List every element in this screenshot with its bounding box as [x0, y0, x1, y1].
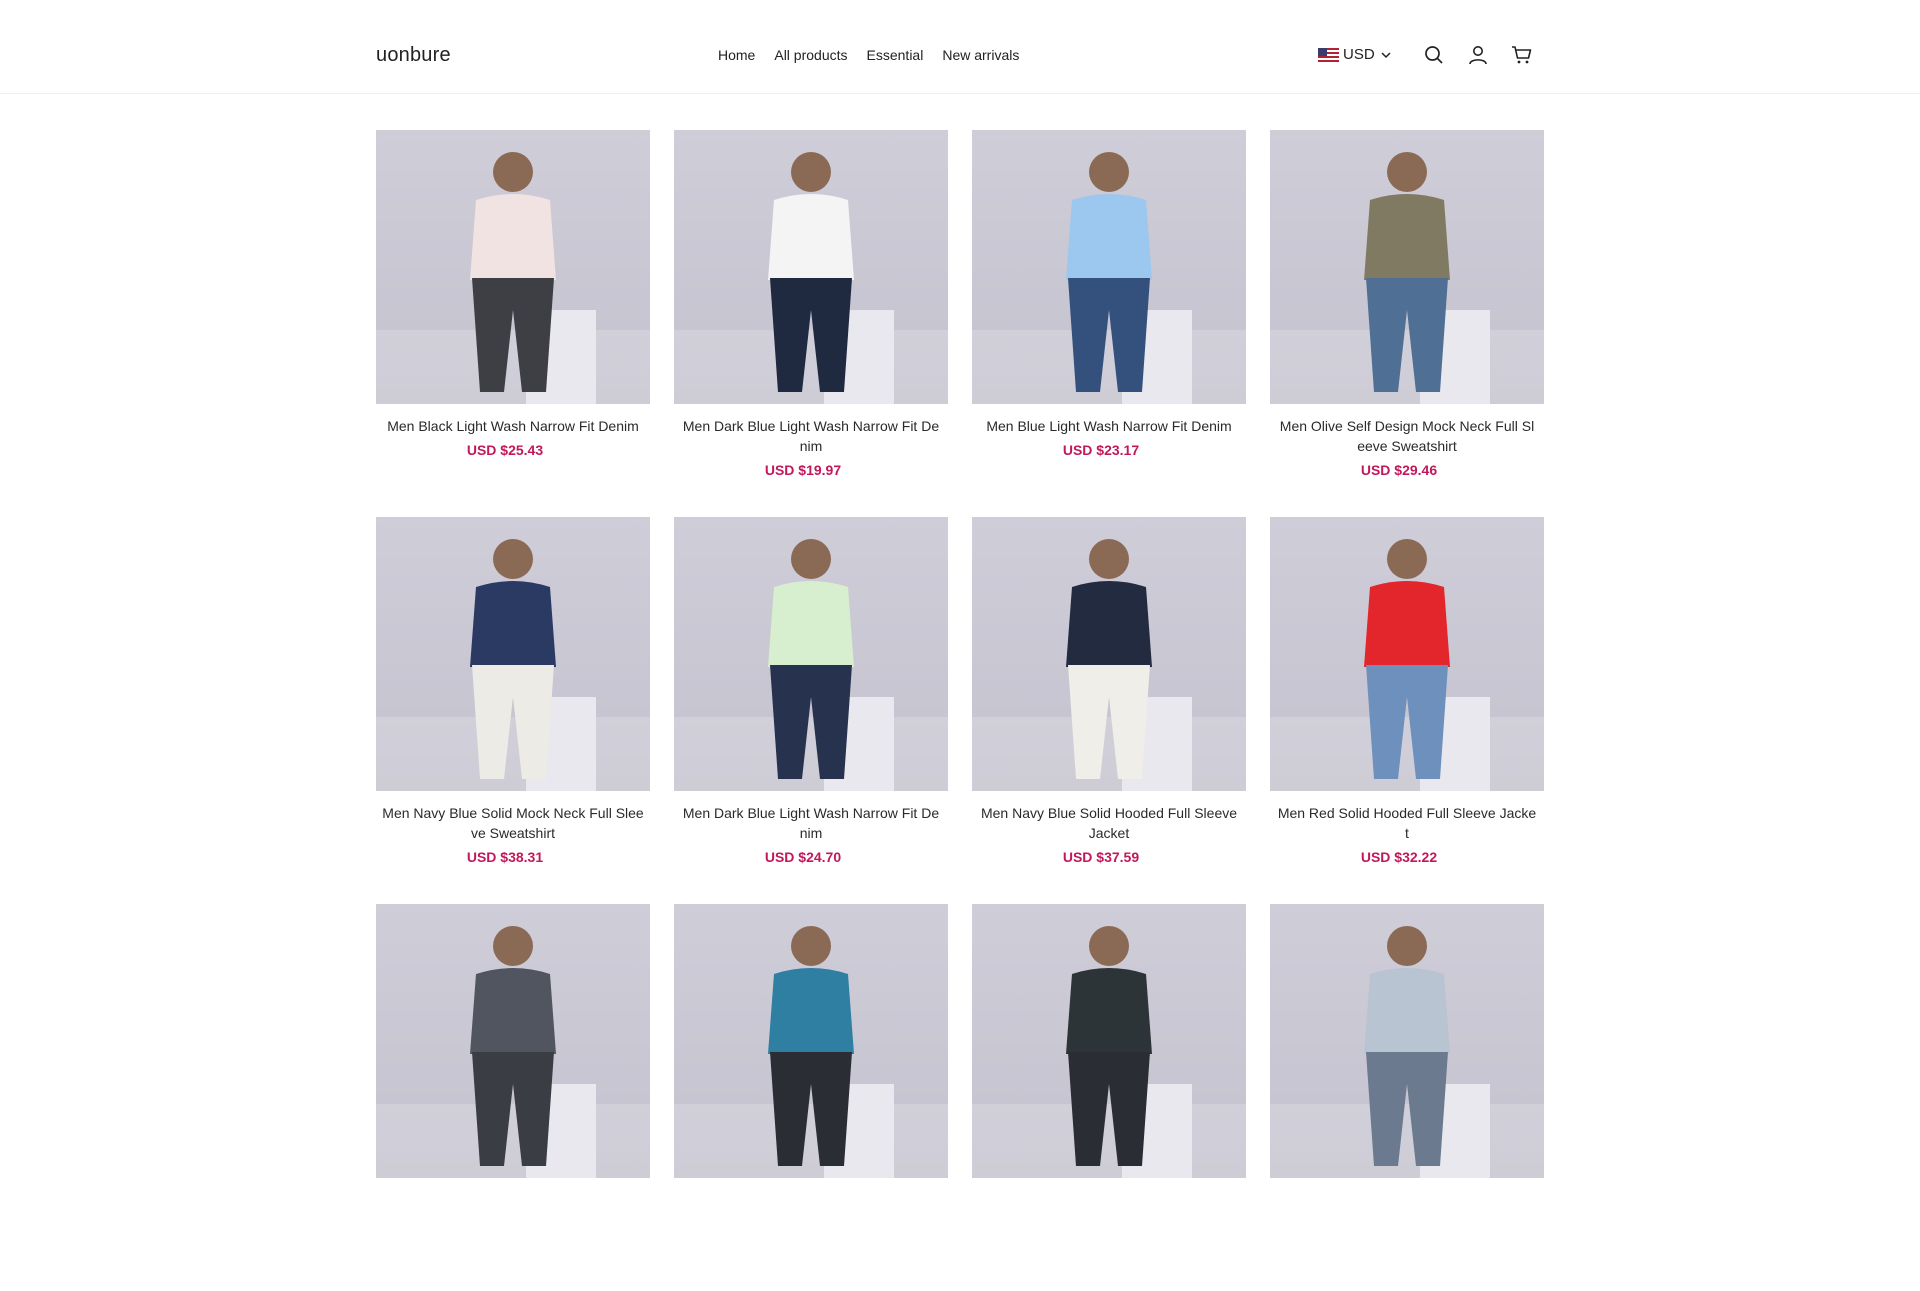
product-image[interactable] [376, 904, 650, 1178]
product-price: USD $38.31 [466, 849, 544, 865]
model-figure [376, 152, 650, 404]
product-name[interactable]: Men Black Light Wash Narrow Fit Denim [376, 416, 650, 436]
product-image[interactable] [674, 904, 948, 1178]
product-name[interactable]: Men Dark Blue Light Wash Narrow Fit Deni… [674, 803, 948, 843]
product-card[interactable]: Men Navy Blue Solid Mock Neck Full Sleev… [376, 517, 650, 904]
product-grid: Men Black Light Wash Narrow Fit Denim USD… [376, 130, 1544, 1291]
product-card[interactable]: Men Dark Blue Light Wash Narrow Fit Deni… [674, 130, 948, 517]
product-image[interactable] [376, 130, 650, 404]
product-image[interactable] [1270, 517, 1544, 791]
product-price: USD $23.17 [1062, 442, 1140, 458]
nav-essential[interactable]: Essential [867, 47, 924, 63]
nav-new-arrivals[interactable]: New arrivals [942, 47, 1019, 63]
product-image[interactable] [972, 904, 1246, 1178]
product-name[interactable]: Men Blue Light Wash Narrow Fit Denim [972, 416, 1246, 436]
product-price: USD $29.46 [1360, 462, 1438, 478]
nav-all-products[interactable]: All products [774, 47, 847, 63]
search-icon[interactable] [1423, 44, 1445, 66]
product-image[interactable] [376, 517, 650, 791]
currency-selector[interactable]: USD [1318, 46, 1392, 63]
product-card[interactable] [376, 904, 650, 1291]
model-figure [1270, 152, 1544, 404]
model-figure [972, 539, 1246, 791]
currency-label: USD [1343, 46, 1375, 63]
model-figure [972, 926, 1246, 1178]
product-image[interactable] [674, 517, 948, 791]
product-card[interactable] [674, 904, 948, 1291]
model-figure [674, 926, 948, 1178]
product-card[interactable]: Men Olive Self Design Mock Neck Full Sle… [1270, 130, 1544, 517]
model-figure [376, 539, 650, 791]
product-image[interactable] [972, 130, 1246, 404]
model-figure [972, 152, 1246, 404]
product-price: USD $19.97 [764, 462, 842, 478]
product-card[interactable]: Men Black Light Wash Narrow Fit Denim USD… [376, 130, 650, 517]
store-logo[interactable]: uonbure [376, 44, 451, 67]
nav-home[interactable]: Home [718, 47, 755, 63]
product-image[interactable] [1270, 904, 1544, 1178]
site-header: uonbure Home All products Essential New … [0, 0, 1920, 94]
product-card[interactable]: Men Red Solid Hooded Full Sleeve Jacket U… [1270, 517, 1544, 904]
model-figure [674, 539, 948, 791]
cart-icon[interactable] [1511, 44, 1533, 66]
us-flag-icon [1318, 47, 1339, 62]
product-name[interactable]: Men Olive Self Design Mock Neck Full Sle… [1270, 416, 1544, 456]
product-image[interactable] [674, 130, 948, 404]
model-figure [1270, 926, 1544, 1178]
product-price: USD $25.43 [466, 442, 544, 458]
account-icon[interactable] [1467, 44, 1489, 66]
product-card[interactable]: Men Dark Blue Light Wash Narrow Fit Deni… [674, 517, 948, 904]
product-card[interactable] [972, 904, 1246, 1291]
product-card[interactable]: Men Blue Light Wash Narrow Fit Denim USD … [972, 130, 1246, 517]
product-price: USD $32.22 [1360, 849, 1438, 865]
product-name[interactable]: Men Navy Blue Solid Mock Neck Full Sleev… [376, 803, 650, 843]
product-card[interactable]: Men Navy Blue Solid Hooded Full Sleeve J… [972, 517, 1246, 904]
product-card[interactable] [1270, 904, 1544, 1291]
main-nav: Home All products Essential New arrivals [718, 47, 1038, 63]
model-figure [674, 152, 948, 404]
chevron-down-icon [1381, 51, 1391, 58]
model-figure [1270, 539, 1544, 791]
product-price: USD $37.59 [1062, 849, 1140, 865]
product-image[interactable] [1270, 130, 1544, 404]
product-name[interactable]: Men Dark Blue Light Wash Narrow Fit Deni… [674, 416, 948, 456]
product-price: USD $24.70 [764, 849, 842, 865]
product-name[interactable]: Men Red Solid Hooded Full Sleeve Jacket [1270, 803, 1544, 843]
product-image[interactable] [972, 517, 1246, 791]
model-figure [376, 926, 650, 1178]
product-name[interactable]: Men Navy Blue Solid Hooded Full Sleeve J… [972, 803, 1246, 843]
